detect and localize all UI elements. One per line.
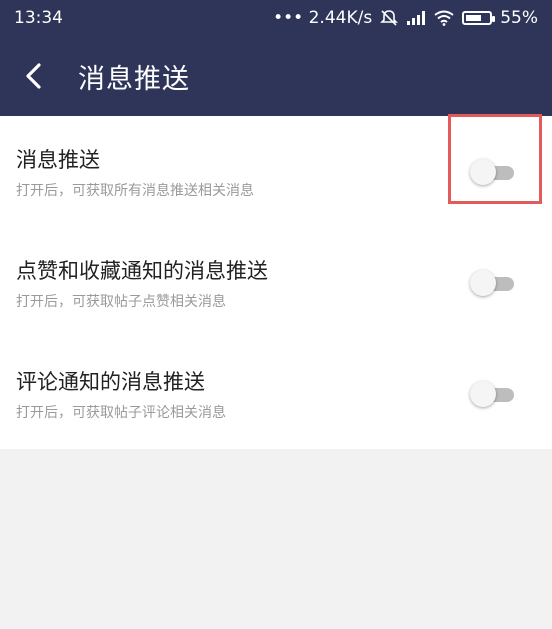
like-favorite-push-toggle[interactable] <box>470 269 516 297</box>
alarm-off-icon <box>380 9 399 27</box>
comment-push-toggle[interactable] <box>470 380 516 408</box>
status-indicators: ••• 2.44K/s 55% <box>273 8 538 28</box>
setting-title: 点赞和收藏通知的消息推送 <box>16 259 268 283</box>
screen: 13:34 ••• 2.44K/s 55% 消息推送 消息推送 打开后，可获取所… <box>0 0 552 629</box>
battery-charging-icon <box>462 11 496 25</box>
all-push-toggle[interactable] <box>470 158 516 186</box>
wifi-icon <box>434 10 454 26</box>
status-bar: 13:34 ••• 2.44K/s 55% <box>0 0 552 36</box>
header: 消息推送 <box>0 36 552 116</box>
toggle-thumb <box>470 381 496 407</box>
back-arrow-icon <box>26 63 41 89</box>
setting-row-like-favorite-push: 点赞和收藏通知的消息推送 打开后，可获取帖子点赞相关消息 <box>0 227 552 338</box>
battery-percent: 55% <box>500 8 538 28</box>
setting-description: 打开后，可获取所有消息推送相关消息 <box>16 183 254 199</box>
setting-row-comment-push: 评论通知的消息推送 打开后，可获取帖子评论相关消息 <box>0 338 552 449</box>
setting-title: 消息推送 <box>16 148 100 172</box>
page-title: 消息推送 <box>78 63 190 95</box>
signal-icon <box>406 10 426 26</box>
settings-list: 消息推送 打开后，可获取所有消息推送相关消息 点赞和收藏通知的消息推送 打开后，… <box>0 116 552 449</box>
network-speed: ••• 2.44K/s <box>273 8 373 28</box>
setting-description: 打开后，可获取帖子评论相关消息 <box>16 405 226 421</box>
status-time: 13:34 <box>14 8 63 28</box>
toggle-thumb <box>470 159 496 185</box>
back-button[interactable] <box>4 36 64 116</box>
setting-row-all-push: 消息推送 打开后，可获取所有消息推送相关消息 <box>0 116 552 227</box>
toggle-thumb <box>470 270 496 296</box>
setting-description: 打开后，可获取帖子点赞相关消息 <box>16 294 226 310</box>
setting-title: 评论通知的消息推送 <box>16 370 205 394</box>
